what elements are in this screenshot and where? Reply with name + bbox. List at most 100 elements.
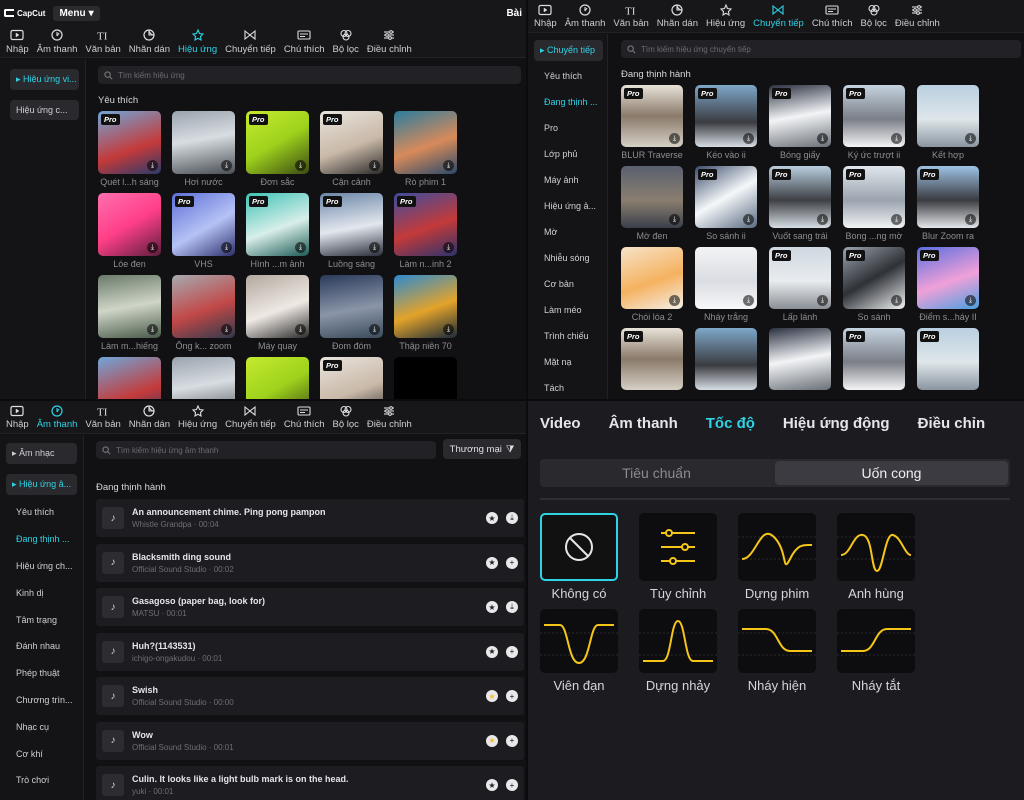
transition-card[interactable]: Pro ⤓ Vuốt sang trái	[769, 166, 831, 241]
transition-card[interactable]: Pro ⤓ Bong ...ng mờ	[843, 166, 905, 241]
transition-card[interactable]: Pro ⤓ So sánh	[843, 247, 905, 322]
sidebar-item[interactable]: Máy ảnh	[528, 167, 607, 193]
download-icon[interactable]: ⤓	[891, 214, 902, 225]
favorite-star-icon[interactable]: ★	[486, 690, 498, 702]
download-icon[interactable]: ⤓	[221, 160, 232, 171]
download-icon[interactable]: ⤓	[443, 324, 454, 335]
effect-card[interactable]: Pro	[320, 357, 383, 399]
tool-captions[interactable]: Chú thích	[808, 0, 857, 32]
transition-card[interactable]: Pro ⤓ Blur Zoom ra	[917, 166, 979, 241]
download-icon[interactable]: ⤓	[295, 324, 306, 335]
tab[interactable]: Tốc độ	[706, 415, 755, 432]
transition-card[interactable]: Pro ⤓ BLUR Traverse	[621, 85, 683, 160]
tool-text[interactable]: TI Văn bản	[81, 26, 124, 57]
tool-transitions[interactable]: Chuyển tiếp	[749, 0, 808, 32]
speed-mode-option[interactable]: Uốn cong	[775, 461, 1008, 485]
download-icon[interactable]: ⤓	[817, 295, 828, 306]
effect-card[interactable]: Pro ⤓ Luồng sáng	[320, 193, 383, 269]
download-icon[interactable]: ⤓	[669, 133, 680, 144]
sidebar-item[interactable]: Nhạc cụ	[0, 713, 83, 740]
tool-filters[interactable]: Bộ lọc	[328, 401, 362, 433]
effect-card[interactable]: ⤓ Ống k... zoom	[172, 275, 235, 351]
tool-effects[interactable]: Hiệu ứng	[174, 401, 221, 433]
curve-preset[interactable]: Nháy hiện	[738, 609, 816, 693]
transition-card[interactable]: Pro ⤓ Kéo vào ii	[695, 85, 757, 160]
sound-row[interactable]: ♪ Wow Official Sound Studio · 00:01 ★ +	[96, 721, 524, 760]
download-icon[interactable]: ⤓	[221, 324, 232, 335]
transition-card[interactable]: ⤓ Kết hợp	[917, 85, 979, 160]
tool-filters[interactable]: Bộ lọc	[856, 0, 890, 32]
effect-card[interactable]	[394, 357, 457, 399]
download-icon[interactable]: ⤓	[965, 295, 976, 306]
tool-audio[interactable]: Âm thanh	[33, 26, 82, 57]
transition-card[interactable]: Pro ⤓ Bóng giấy	[769, 85, 831, 160]
transition-card[interactable]: ⤓ Chói lóa 2	[621, 247, 683, 322]
tab[interactable]: Âm thanh	[609, 415, 678, 432]
tool-adjust[interactable]: Điều chỉnh	[363, 401, 416, 433]
sidebar-item[interactable]: Đang thịnh ...	[0, 526, 83, 553]
curve-preset[interactable]: Dựng nhảy	[639, 609, 717, 693]
transition-card[interactable]	[769, 328, 831, 393]
download-icon[interactable]: ⤓	[369, 160, 380, 171]
transition-card[interactable]: ⤓ Mờ đen	[621, 166, 683, 241]
curve-preset[interactable]: Nháy tắt	[837, 609, 915, 693]
effect-card[interactable]: ⤓ Máy quay	[246, 275, 309, 351]
sidebar-item[interactable]: Cơ khí	[0, 740, 83, 767]
download-icon[interactable]: ⤓	[443, 160, 454, 171]
download-icon[interactable]: ⤓	[147, 242, 158, 253]
effect-card[interactable]: Pro ⤓ Hình ...m ảnh	[246, 193, 309, 269]
sound-row[interactable]: ♪ An announcement chime. Ping pong pampon…	[96, 499, 524, 537]
sidebar-item[interactable]: Tách	[528, 375, 607, 399]
favorite-star-icon[interactable]: ★	[486, 645, 498, 658]
download-icon[interactable]: ⤓	[147, 324, 158, 335]
effect-card[interactable]: ⤓ Lóe đen	[98, 193, 161, 269]
sidebar-item[interactable]: Yêu thích	[0, 499, 83, 526]
effects-search[interactable]: Tìm kiếm hiệu ứng	[98, 66, 521, 84]
add-icon[interactable]: +	[506, 556, 518, 569]
sidebar-item[interactable]: Lớp phủ	[528, 141, 607, 167]
sound-search[interactable]: Tìm kiếm hiệu ứng âm thanh	[96, 441, 436, 459]
effect-card[interactable]: ⤓ Thập niên 70	[394, 275, 457, 351]
add-icon[interactable]: +	[506, 734, 518, 747]
favorite-star-icon[interactable]: ★	[486, 734, 498, 747]
download-icon[interactable]: ⤓	[743, 133, 754, 144]
sidebar-item[interactable]: Nhiễu sóng	[528, 245, 607, 271]
download-icon[interactable]: ⤓	[506, 512, 518, 524]
effect-card[interactable]	[98, 357, 161, 399]
tool-stickers[interactable]: Nhãn dán	[125, 26, 174, 57]
curve-preset[interactable]: Không có	[540, 513, 618, 601]
download-icon[interactable]: ⤓	[147, 160, 158, 171]
transition-card[interactable]: Pro ⤓ So sánh ii	[695, 166, 757, 241]
favorite-star-icon[interactable]: ★	[486, 601, 498, 613]
effect-card[interactable]: Pro ⤓ Quét l...h sáng	[98, 111, 161, 187]
download-icon[interactable]: ⤓	[506, 601, 518, 613]
sidebar-item-video-effects[interactable]: ▸ Hiệu ứng vi...	[10, 69, 79, 90]
sidebar-item[interactable]: Trình chiếu	[528, 323, 607, 349]
effect-card[interactable]: Pro ⤓ Làm n...inh 2	[394, 193, 457, 269]
transition-card[interactable]: Pro	[917, 328, 979, 393]
sound-row[interactable]: ♪ Swish Official Sound Studio · 00:00 ★ +	[96, 677, 524, 715]
download-icon[interactable]: ⤓	[743, 214, 754, 225]
menu-button[interactable]: Menu ▾	[53, 5, 100, 21]
transition-card[interactable]: Pro ⤓ Điểm s...háy II	[917, 247, 979, 322]
curve-preset[interactable]: Anh hùng	[837, 513, 915, 601]
tool-import[interactable]: Nhập	[2, 401, 33, 433]
download-icon[interactable]: ⤓	[369, 242, 380, 253]
tool-effects[interactable]: Hiệu ứng	[702, 0, 749, 32]
download-icon[interactable]: ⤓	[965, 214, 976, 225]
tab[interactable]: Điều chỉn	[918, 415, 986, 432]
curve-preset[interactable]: Viên đạn	[540, 609, 618, 693]
effect-card[interactable]: Pro ⤓ Cận cảnh	[320, 111, 383, 187]
sidebar-item[interactable]: Mặt nạ	[528, 349, 607, 375]
download-icon[interactable]: ⤓	[669, 214, 680, 225]
tool-stickers[interactable]: Nhãn dán	[653, 0, 702, 32]
tab[interactable]: Video	[540, 415, 581, 432]
download-icon[interactable]: ⤓	[817, 214, 828, 225]
tool-adjust[interactable]: Điều chỉnh	[891, 0, 944, 32]
transition-card[interactable]: Pro ⤓ Ký ức trượt ii	[843, 85, 905, 160]
tool-captions[interactable]: Chú thích	[280, 26, 329, 57]
effect-card[interactable]: ⤓ Làm m...hiếng	[98, 275, 161, 351]
sidebar-item[interactable]: Phép thuật	[0, 660, 83, 687]
sidebar-item[interactable]: Yêu thích	[528, 63, 607, 89]
sidebar-item[interactable]: Hiệu ứng ch...	[0, 553, 83, 580]
